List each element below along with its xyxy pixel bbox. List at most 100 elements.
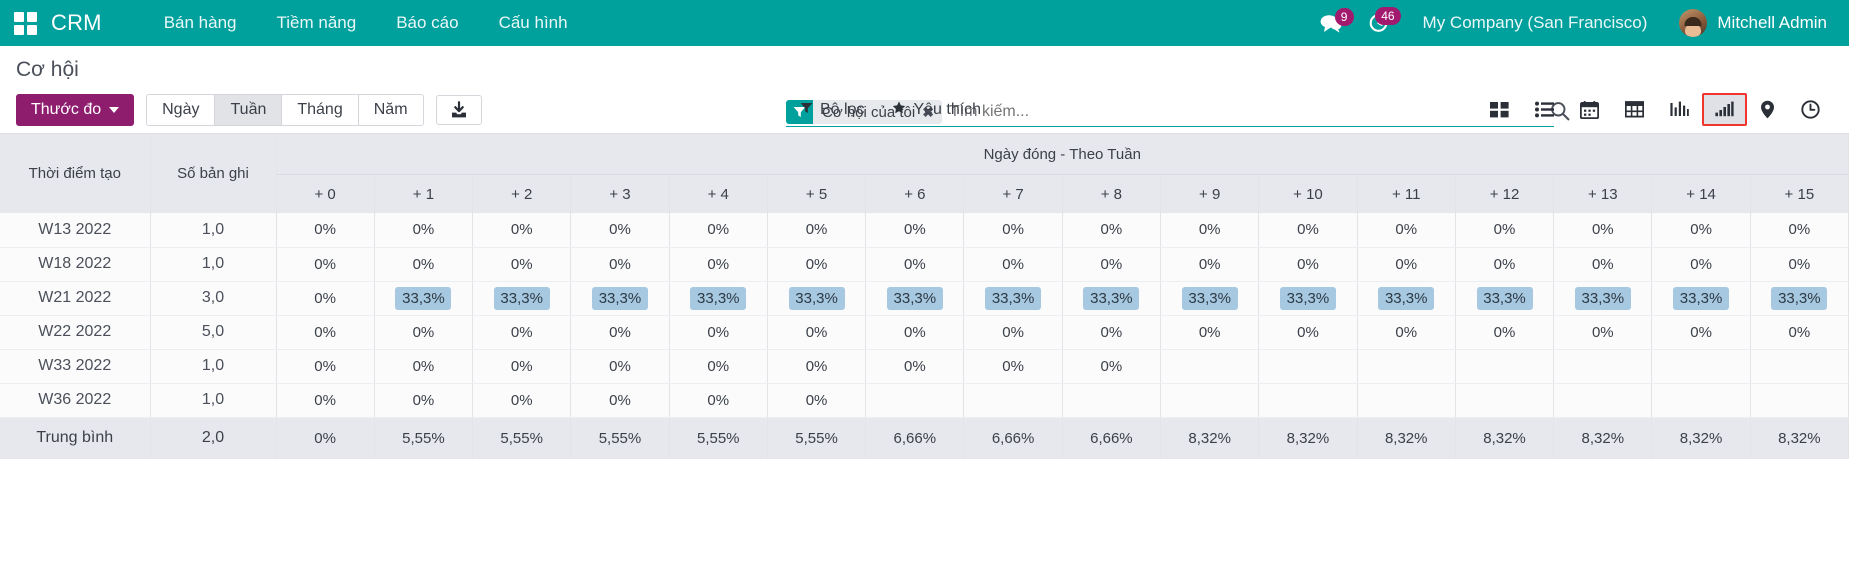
cohort-cell[interactable]: 0% xyxy=(1161,213,1259,247)
cohort-cell[interactable]: 33,3% xyxy=(964,281,1062,315)
cohort-cell[interactable]: 0% xyxy=(1357,247,1455,281)
cohort-cell[interactable]: 0% xyxy=(669,247,767,281)
view-button-kanban[interactable] xyxy=(1477,93,1522,126)
apps-grid-icon[interactable] xyxy=(14,12,37,35)
cohort-cell[interactable]: 0% xyxy=(866,247,964,281)
cohort-cell[interactable]: 0% xyxy=(276,315,374,349)
messages-menu[interactable]: 9 xyxy=(1312,10,1354,37)
cohort-cell[interactable]: 0% xyxy=(669,315,767,349)
cohort-cell[interactable]: 33,3% xyxy=(473,281,571,315)
cohort-cell[interactable]: 0% xyxy=(964,247,1062,281)
menu-item-sales[interactable]: Bán hàng xyxy=(144,7,257,39)
measures-dropdown-button[interactable]: Thước đo xyxy=(16,94,134,126)
cohort-cell[interactable]: 0% xyxy=(571,315,669,349)
cohort-cell[interactable]: 0% xyxy=(1652,315,1750,349)
cohort-cell[interactable]: 0% xyxy=(964,213,1062,247)
view-button-map[interactable] xyxy=(1747,92,1788,127)
cohort-cell[interactable]: 33,3% xyxy=(1062,281,1160,315)
cohort-cell[interactable]: 0% xyxy=(866,349,964,383)
cohort-cell[interactable]: 0% xyxy=(1455,315,1553,349)
download-button[interactable] xyxy=(436,95,482,125)
cohort-cell[interactable]: 0% xyxy=(767,349,865,383)
cohort-cell[interactable]: 0% xyxy=(1161,315,1259,349)
cohort-cell[interactable]: 33,3% xyxy=(767,281,865,315)
cohort-cell[interactable]: 0% xyxy=(473,247,571,281)
cohort-cell[interactable]: 0% xyxy=(767,383,865,417)
cohort-cell[interactable]: 33,3% xyxy=(1455,281,1553,315)
cohort-cell[interactable]: 33,3% xyxy=(1161,281,1259,315)
cohort-cell[interactable]: 33,3% xyxy=(1652,281,1750,315)
interval-button-day[interactable]: Ngày xyxy=(146,94,214,126)
cohort-cell[interactable]: 0% xyxy=(571,213,669,247)
cohort-cell[interactable]: 0% xyxy=(374,315,472,349)
cohort-cell[interactable]: 0% xyxy=(767,213,865,247)
filters-dropdown-button[interactable]: Bộ lọc xyxy=(786,95,878,125)
cohort-cell[interactable]: 0% xyxy=(1259,213,1357,247)
cohort-cell[interactable]: 33,3% xyxy=(1357,281,1455,315)
cohort-cell[interactable]: 0% xyxy=(473,383,571,417)
cohort-cell[interactable]: 0% xyxy=(1259,247,1357,281)
interval-button-month[interactable]: Tháng xyxy=(281,94,357,126)
company-switcher[interactable]: My Company (San Francisco) xyxy=(1407,9,1664,37)
cohort-cell[interactable]: 0% xyxy=(473,213,571,247)
cohort-cell[interactable]: 33,3% xyxy=(1750,281,1848,315)
favorites-dropdown-button[interactable]: Yêu thích xyxy=(878,95,995,125)
cohort-cell[interactable]: 0% xyxy=(866,315,964,349)
cohort-cell[interactable]: 0% xyxy=(964,349,1062,383)
cohort-cell[interactable]: 0% xyxy=(1259,315,1357,349)
cohort-cell[interactable]: 0% xyxy=(1062,315,1160,349)
cohort-cell[interactable]: 0% xyxy=(1750,247,1848,281)
cohort-cell[interactable]: 0% xyxy=(571,247,669,281)
cohort-cell[interactable]: 0% xyxy=(473,349,571,383)
cohort-cell[interactable]: 0% xyxy=(276,349,374,383)
cohort-cell[interactable]: 33,3% xyxy=(1554,281,1652,315)
cohort-cell[interactable]: 0% xyxy=(1750,315,1848,349)
interval-button-week[interactable]: Tuần xyxy=(214,94,281,126)
view-button-list[interactable] xyxy=(1522,93,1567,126)
cohort-cell[interactable]: 0% xyxy=(1357,213,1455,247)
cohort-cell[interactable]: 0% xyxy=(276,281,374,315)
menu-item-reporting[interactable]: Báo cáo xyxy=(376,7,478,39)
view-button-activity[interactable] xyxy=(1788,92,1833,127)
cohort-cell[interactable]: 0% xyxy=(669,213,767,247)
view-button-pivot[interactable] xyxy=(1612,93,1657,126)
cohort-cell[interactable]: 33,3% xyxy=(1259,281,1357,315)
interval-button-year[interactable]: Năm xyxy=(358,94,424,126)
cohort-cell[interactable]: 0% xyxy=(767,315,865,349)
cohort-cell[interactable]: 0% xyxy=(276,213,374,247)
cohort-cell[interactable]: 0% xyxy=(1554,247,1652,281)
cohort-cell[interactable]: 0% xyxy=(1062,247,1160,281)
cohort-cell[interactable]: 0% xyxy=(1062,213,1160,247)
menu-item-configuration[interactable]: Cấu hình xyxy=(479,7,588,39)
view-button-graph[interactable] xyxy=(1657,93,1702,126)
user-menu[interactable]: Mitchell Admin xyxy=(1669,7,1831,39)
cohort-cell[interactable]: 0% xyxy=(374,383,472,417)
cohort-cell[interactable]: 33,3% xyxy=(571,281,669,315)
cohort-cell[interactable]: 33,3% xyxy=(374,281,472,315)
cohort-cell[interactable]: 0% xyxy=(1554,315,1652,349)
cohort-cell[interactable]: 0% xyxy=(1652,247,1750,281)
cohort-cell[interactable]: 0% xyxy=(767,247,865,281)
view-button-calendar[interactable] xyxy=(1567,93,1612,127)
cohort-cell[interactable]: 0% xyxy=(1455,213,1553,247)
cohort-cell[interactable]: 0% xyxy=(1357,315,1455,349)
cohort-cell[interactable]: 33,3% xyxy=(866,281,964,315)
activities-menu[interactable]: 46 xyxy=(1360,9,1401,37)
cohort-cell[interactable]: 0% xyxy=(374,349,472,383)
menu-item-leads[interactable]: Tiềm năng xyxy=(257,7,377,39)
cohort-cell[interactable]: 0% xyxy=(669,383,767,417)
cohort-cell[interactable]: 0% xyxy=(1161,247,1259,281)
cohort-cell[interactable]: 0% xyxy=(866,213,964,247)
cohort-cell[interactable]: 0% xyxy=(964,315,1062,349)
cohort-cell[interactable]: 0% xyxy=(276,383,374,417)
cohort-cell[interactable]: 0% xyxy=(571,383,669,417)
cohort-cell[interactable]: 0% xyxy=(1455,247,1553,281)
cohort-cell[interactable]: 0% xyxy=(276,247,374,281)
cohort-cell[interactable]: 0% xyxy=(669,349,767,383)
cohort-cell[interactable]: 0% xyxy=(1750,213,1848,247)
cohort-cell[interactable]: 0% xyxy=(571,349,669,383)
view-button-cohort[interactable] xyxy=(1702,93,1747,126)
cohort-cell[interactable]: 0% xyxy=(1062,349,1160,383)
cohort-cell[interactable]: 0% xyxy=(374,247,472,281)
cohort-cell[interactable]: 0% xyxy=(374,213,472,247)
